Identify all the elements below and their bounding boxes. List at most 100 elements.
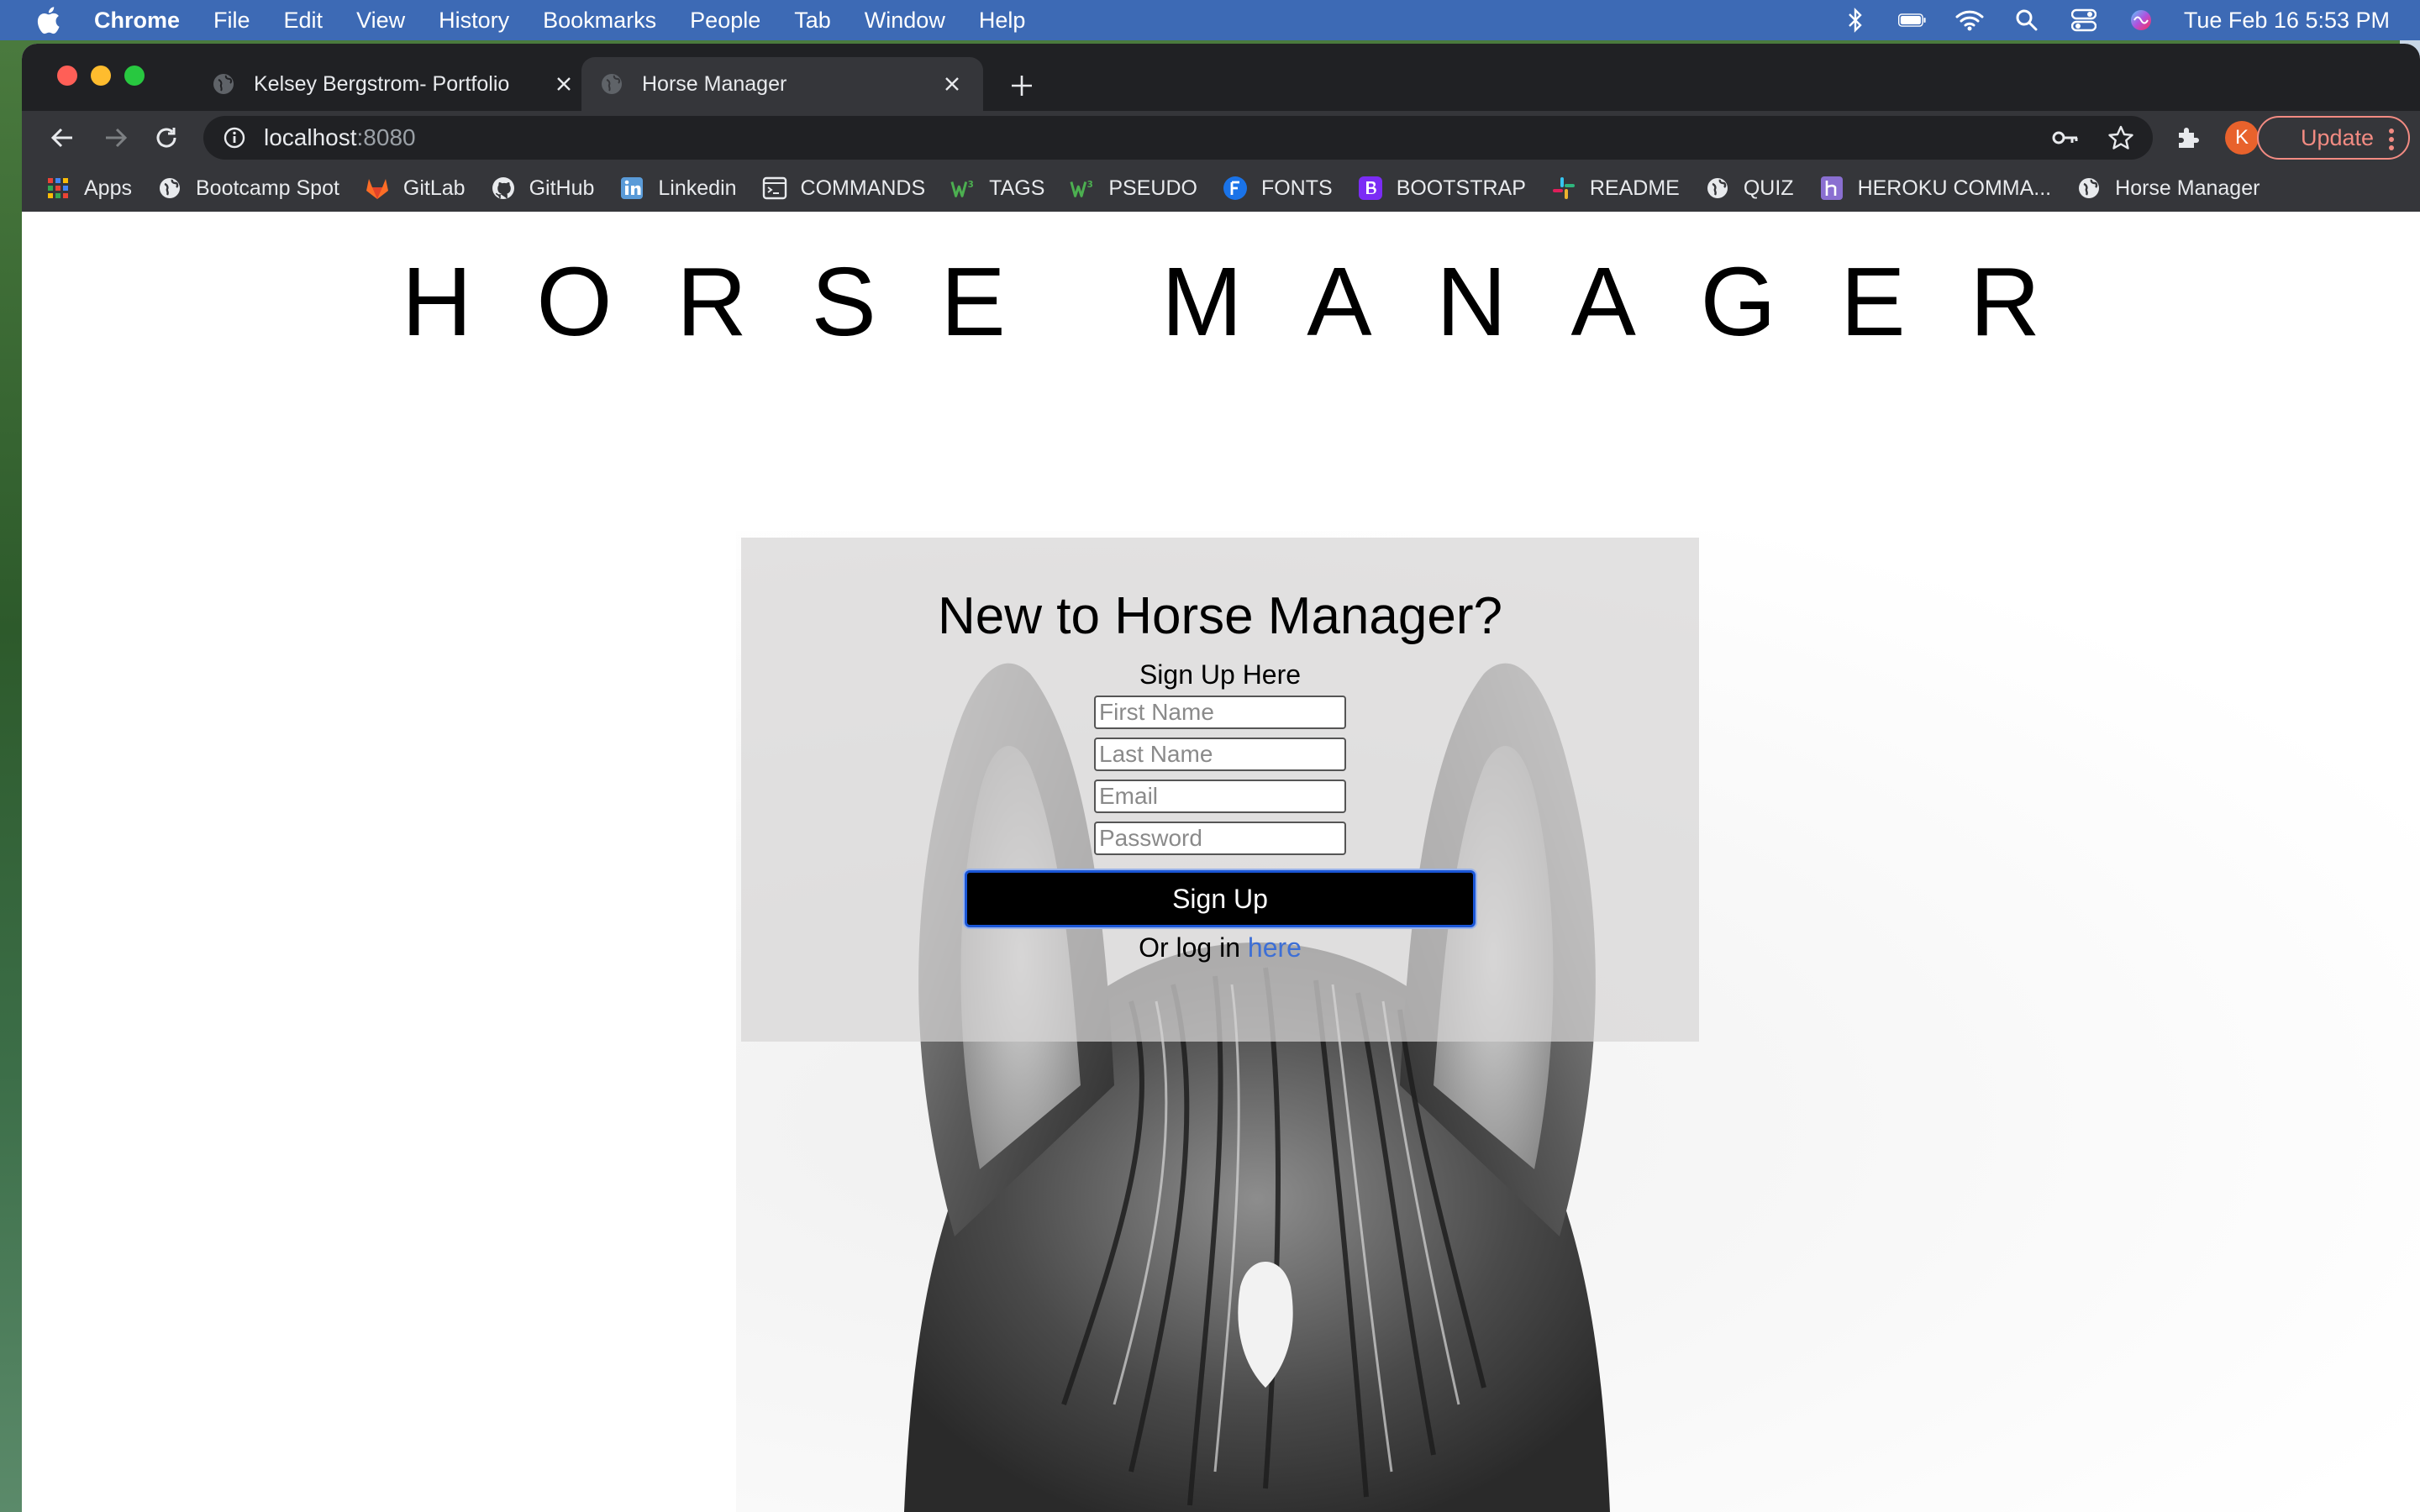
bookmark-label: Apps <box>84 176 132 200</box>
bookmark-quiz[interactable]: QUIZ <box>1705 176 1794 201</box>
close-window-button[interactable] <box>57 66 77 86</box>
globe-icon <box>212 72 235 96</box>
bookmark-github[interactable]: GitHub <box>491 176 594 201</box>
w3schools-icon: 3 <box>950 176 976 201</box>
login-prefix: Or log in <box>1139 932 1248 963</box>
login-prompt: Or log in here <box>741 932 1699 963</box>
terminal-icon <box>762 176 787 201</box>
login-here-link[interactable]: here <box>1248 932 1302 963</box>
tab-horse-manager[interactable]: Horse Manager <box>581 57 983 111</box>
tab-title: Kelsey Bergstrom- Portfolio <box>254 71 510 96</box>
menu-edit[interactable]: Edit <box>284 8 324 34</box>
browser-toolbar: localhost:8080 K Update <box>22 111 2420 165</box>
bookmark-readme[interactable]: README <box>1551 176 1680 201</box>
linkedin-icon <box>619 176 644 201</box>
update-button[interactable]: Update <box>2257 116 2410 160</box>
bookmark-bootcamp-spot[interactable]: Bootcamp Spot <box>157 176 339 201</box>
bookmark-label: Bootcamp Spot <box>195 176 339 200</box>
menu-app-name[interactable]: Chrome <box>94 8 180 34</box>
control-center-icon[interactable] <box>2070 8 2098 33</box>
tab-close-icon[interactable] <box>551 71 576 97</box>
back-arrow-icon[interactable] <box>47 123 77 153</box>
password-key-icon[interactable] <box>2050 123 2081 153</box>
last-name-input[interactable] <box>1094 738 1346 771</box>
svg-text:3: 3 <box>1087 180 1093 190</box>
signup-panel: New to Horse Manager? Sign Up Here Sign … <box>741 538 1699 1042</box>
bookmark-tags[interactable]: 3 TAGS <box>950 176 1044 201</box>
sign-up-button[interactable]: Sign Up <box>965 870 1476 927</box>
reload-icon[interactable] <box>151 123 182 153</box>
forward-arrow-icon[interactable] <box>101 123 131 153</box>
address-bar[interactable]: localhost:8080 <box>203 116 2153 160</box>
spotlight-search-icon[interactable] <box>2012 8 2041 33</box>
url-host: localhost <box>264 124 357 150</box>
menu-tab[interactable]: Tab <box>794 8 831 34</box>
tab-title: Horse Manager <box>642 71 787 96</box>
update-label: Update <box>2301 124 2375 150</box>
site-title: HORSE MANAGER <box>402 247 2105 356</box>
gitlab-icon <box>365 176 390 201</box>
bookmark-label: Horse Manager <box>2115 176 2260 200</box>
url-port: :8080 <box>356 124 416 150</box>
bookmark-label: TAGS <box>989 176 1045 200</box>
site-info-icon[interactable] <box>222 125 247 150</box>
bookmark-label: COMMANDS <box>800 176 926 200</box>
menu-file[interactable]: File <box>213 8 250 34</box>
bookmark-label: FONTS <box>1260 176 1333 200</box>
menu-bookmarks[interactable]: Bookmarks <box>543 8 656 34</box>
bookmark-label: HEROKU COMMA... <box>1857 176 2052 200</box>
minimize-window-button[interactable] <box>91 66 111 86</box>
siri-icon[interactable] <box>2127 8 2155 33</box>
extensions-puzzle-icon[interactable] <box>2173 123 2203 153</box>
battery-icon[interactable] <box>1897 8 1927 33</box>
menu-view[interactable]: View <box>356 8 405 34</box>
menubar-clock[interactable]: Tue Feb 16 5:53 PM <box>2184 8 2390 34</box>
address-bar-actions <box>2050 123 2136 153</box>
heroku-icon <box>1819 176 1844 201</box>
tab-strip: Kelsey Bergstrom- Portfolio Horse Manage… <box>22 44 2420 111</box>
password-input[interactable] <box>1094 822 1346 855</box>
bookmark-label: QUIZ <box>1743 176 1794 200</box>
tab-close-icon[interactable] <box>939 71 965 97</box>
apps-grid-icon <box>45 176 71 201</box>
page-content: HORSE MANAGER New to Horse Manager? Sign… <box>22 212 2420 1512</box>
email-input[interactable] <box>1094 780 1346 813</box>
bookmark-gitlab[interactable]: GitLab <box>365 176 466 201</box>
apple-icon[interactable] <box>35 6 60 34</box>
w3schools-icon: 3 <box>1070 176 1095 201</box>
fonts-icon <box>1223 176 1248 201</box>
bookmark-label: GitLab <box>402 176 466 200</box>
wifi-icon[interactable] <box>1955 8 1984 33</box>
bookmark-linkedin[interactable]: Linkedin <box>619 176 737 201</box>
menubar-status-area: Tue Feb 16 5:53 PM <box>1841 0 2390 40</box>
menu-help[interactable]: Help <box>979 8 1026 34</box>
bookmark-label: Linkedin <box>658 176 737 200</box>
bookmark-apps[interactable]: Apps <box>45 176 132 201</box>
new-tab-plus-icon[interactable] <box>1007 71 1037 101</box>
bookmark-heroku-commands[interactable]: HEROKU COMMA... <box>1819 176 2052 201</box>
bookmark-fonts[interactable]: FONTS <box>1223 176 1333 201</box>
bookmark-label: README <box>1589 176 1680 200</box>
tab-portfolio[interactable]: Kelsey Bergstrom- Portfolio <box>193 57 595 111</box>
globe-icon <box>1705 176 1730 201</box>
menu-window[interactable]: Window <box>865 8 945 34</box>
bookmark-horse-manager[interactable]: Horse Manager <box>2076 176 2260 201</box>
bookmark-label: BOOTSTRAP <box>1396 176 1526 200</box>
slack-icon <box>1551 176 1576 201</box>
globe-icon <box>600 72 623 96</box>
bookmarks-bar: Apps Bootcamp Spot GitLab GitHub Linkedi… <box>22 165 2420 212</box>
first-name-input[interactable] <box>1094 696 1346 729</box>
menu-history[interactable]: History <box>439 8 509 34</box>
bookmark-bootstrap[interactable]: BOOTSTRAP <box>1358 176 1526 201</box>
browser-window: Kelsey Bergstrom- Portfolio Horse Manage… <box>22 44 2420 1512</box>
bookmark-star-icon[interactable] <box>2106 123 2136 153</box>
globe-icon <box>2076 176 2102 201</box>
bookmark-pseudo[interactable]: 3 PSEUDO <box>1070 176 1197 201</box>
profile-avatar[interactable]: K <box>2225 121 2259 155</box>
more-menu-icon[interactable] <box>2386 124 2396 155</box>
bookmark-commands[interactable]: COMMANDS <box>762 176 926 201</box>
fullscreen-window-button[interactable] <box>124 66 145 86</box>
menu-people[interactable]: People <box>690 8 760 34</box>
bootstrap-icon <box>1358 176 1383 201</box>
bluetooth-icon[interactable] <box>1841 8 1870 33</box>
